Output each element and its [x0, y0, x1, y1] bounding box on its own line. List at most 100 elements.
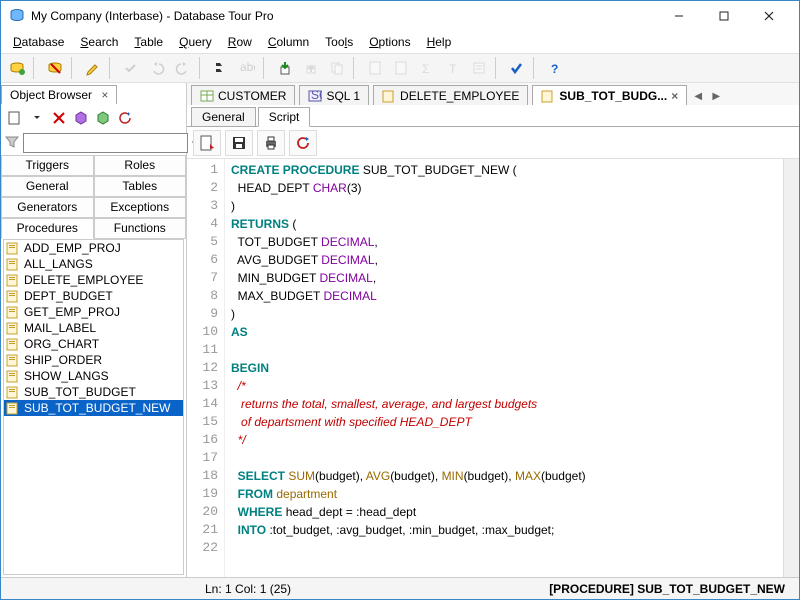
doc-tab[interactable]: SUB_TOT_BUDG... × — [532, 85, 687, 105]
tab-general[interactable]: General — [191, 107, 256, 126]
script-toolbar — [187, 127, 799, 159]
cat-procedures[interactable]: Procedures — [1, 218, 94, 239]
list-item[interactable]: SHIP_ORDER — [4, 352, 183, 368]
menu-table[interactable]: Table — [126, 33, 171, 51]
proc-icon — [6, 401, 20, 415]
svg-text:?: ? — [551, 62, 558, 76]
object-list[interactable]: ADD_EMP_PROJALL_LANGSDELETE_EMPLOYEEDEPT… — [3, 239, 184, 575]
save-icon[interactable] — [225, 130, 253, 156]
list-item-label: SUB_TOT_BUDGET — [24, 385, 136, 399]
tab-nav-icon[interactable]: ▶ — [709, 87, 723, 105]
close-icon[interactable]: × — [671, 89, 678, 103]
maximize-button[interactable] — [701, 2, 746, 30]
menu-help[interactable]: Help — [419, 33, 460, 51]
dropdown-icon[interactable] — [27, 108, 47, 128]
window-title: My Company (Interbase) - Database Tour P… — [31, 9, 656, 23]
help-icon[interactable]: ? — [543, 56, 567, 80]
commit-icon — [119, 56, 143, 80]
proc-icon — [6, 257, 20, 271]
check-icon[interactable] — [505, 56, 529, 80]
cube-icon[interactable] — [71, 108, 91, 128]
refresh-icon[interactable] — [115, 108, 135, 128]
cat-exceptions[interactable]: Exceptions — [94, 197, 187, 218]
menu-tools[interactable]: Tools — [317, 33, 361, 51]
undo-icon — [145, 56, 169, 80]
list-item[interactable]: ADD_EMP_PROJ — [4, 240, 183, 256]
list-item[interactable]: DELETE_EMPLOYEE — [4, 272, 183, 288]
doc-tab[interactable]: CUSTOMER — [191, 85, 295, 105]
doc-tab-label: CUSTOMER — [218, 89, 286, 103]
list-item[interactable]: ORG_CHART — [4, 336, 183, 352]
proc-icon — [6, 369, 20, 383]
close-button[interactable] — [746, 2, 791, 30]
menu-database[interactable]: Database — [5, 33, 72, 51]
cat-roles[interactable]: Roles — [94, 155, 187, 176]
execute-icon[interactable] — [193, 130, 221, 156]
menu-options[interactable]: Options — [361, 33, 418, 51]
delete-icon[interactable] — [49, 108, 69, 128]
list-item-label: SHIP_ORDER — [24, 353, 102, 367]
cat-general[interactable]: General — [1, 176, 94, 197]
svg-text:SQL: SQL — [311, 89, 322, 102]
doc-tab[interactable]: SQL SQL 1 — [299, 85, 369, 105]
list-item[interactable]: GET_EMP_PROJ — [4, 304, 183, 320]
minimize-button[interactable] — [656, 2, 701, 30]
menu-row[interactable]: Row — [220, 33, 260, 51]
main-toolbar: abc Σ T ? — [1, 53, 799, 83]
sigma-icon: Σ — [415, 56, 439, 80]
find-icon[interactable] — [209, 56, 233, 80]
doc-tab-label: SQL 1 — [326, 89, 360, 103]
tab-script[interactable]: Script — [258, 107, 311, 127]
menu-search[interactable]: Search — [72, 33, 126, 51]
list-item-label: DELETE_EMPLOYEE — [24, 273, 143, 287]
print-icon[interactable] — [257, 130, 285, 156]
svg-text:abc: abc — [240, 60, 255, 74]
status-object: [PROCEDURE] SUB_TOT_BUDGET_NEW — [541, 582, 793, 596]
object-browser-title: Object Browser — [10, 88, 92, 102]
list-item-label: SUB_TOT_BUDGET_NEW — [24, 401, 170, 415]
disconnect-icon[interactable] — [43, 56, 67, 80]
tab-icon: SQL — [308, 89, 322, 103]
refresh-script-icon[interactable] — [289, 130, 317, 156]
filter-input[interactable] — [23, 133, 188, 153]
redo-icon — [171, 56, 195, 80]
scrollbar[interactable] — [783, 159, 799, 577]
close-icon[interactable]: × — [101, 88, 108, 102]
tab-nav-icon[interactable]: ◀ — [691, 87, 705, 105]
copy-icon — [325, 56, 349, 80]
list-item-label: GET_EMP_PROJ — [24, 305, 120, 319]
proc-icon — [6, 289, 20, 303]
funnel-icon[interactable] — [5, 135, 19, 151]
tab-icon — [200, 89, 214, 103]
main-area: CUSTOMERSQLSQL 1DELETE_EMPLOYEESUB_TOT_B… — [187, 83, 799, 577]
new-object-icon[interactable] — [5, 108, 25, 128]
app-window: My Company (Interbase) - Database Tour P… — [0, 0, 800, 600]
import-icon[interactable] — [273, 56, 297, 80]
edit-icon[interactable] — [81, 56, 105, 80]
connect-icon[interactable] — [5, 56, 29, 80]
proc-icon — [6, 385, 20, 399]
code-editor[interactable]: 12345678910111213141516171819202122 CREA… — [187, 159, 799, 577]
proc-icon — [6, 305, 20, 319]
cube2-icon[interactable] — [93, 108, 113, 128]
doc-tab-label: SUB_TOT_BUDG... — [559, 89, 667, 103]
list-item[interactable]: DEPT_BUDGET — [4, 288, 183, 304]
list-item-label: SHOW_LANGS — [24, 369, 109, 383]
menu-column[interactable]: Column — [260, 33, 317, 51]
cat-triggers[interactable]: Triggers — [1, 155, 94, 176]
list-item[interactable]: ALL_LANGS — [4, 256, 183, 272]
cat-tables[interactable]: Tables — [94, 176, 187, 197]
doc-tab[interactable]: DELETE_EMPLOYEE — [373, 85, 528, 105]
list-item[interactable]: MAIL_LABEL — [4, 320, 183, 336]
menu-query[interactable]: Query — [171, 33, 220, 51]
proc-icon — [6, 241, 20, 255]
list-item[interactable]: SUB_TOT_BUDGET — [4, 384, 183, 400]
object-browser-toolbar — [1, 105, 186, 131]
list-item[interactable]: SUB_TOT_BUDGET_NEW — [4, 400, 183, 416]
list-item[interactable]: SHOW_LANGS — [4, 368, 183, 384]
app-icon — [9, 8, 25, 24]
object-browser-tab[interactable]: Object Browser × — [1, 85, 117, 104]
cat-functions[interactable]: Functions — [94, 218, 187, 239]
code-area[interactable]: CREATE PROCEDURE SUB_TOT_BUDGET_NEW ( HE… — [225, 159, 783, 577]
cat-generators[interactable]: Generators — [1, 197, 94, 218]
